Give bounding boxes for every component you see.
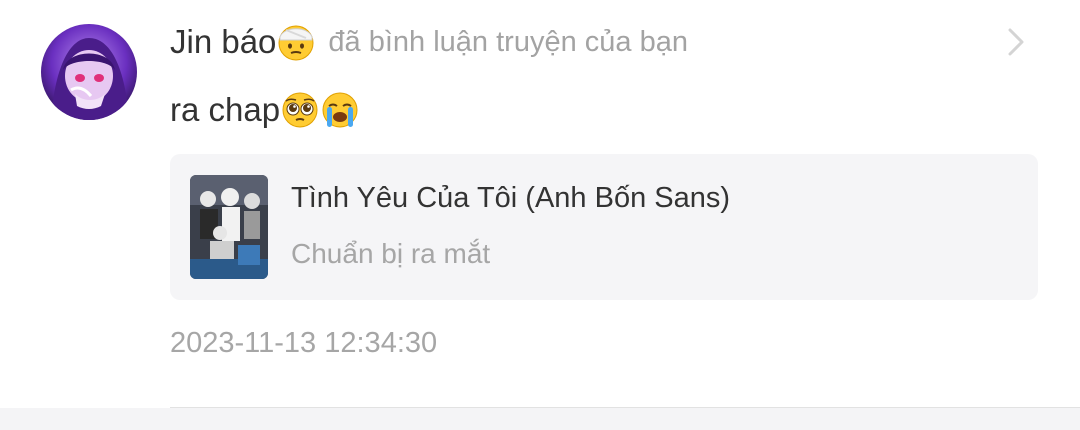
story-status: Chuẩn bị ra mắt: [291, 238, 491, 269]
username[interactable]: Jin báo: [170, 23, 276, 61]
story-cover-image[interactable]: [190, 175, 268, 279]
comment-content: ra chap: [170, 88, 360, 132]
chevron-right-icon[interactable]: [1004, 24, 1028, 60]
story-title: Tình Yêu Của Tôi (Anh Bốn Sans): [291, 182, 731, 214]
story-card[interactable]: Tình Yêu Của Tôi (Anh Bốn Sans) Chuẩn bị…: [170, 154, 1038, 300]
loudly-crying-face-emoji: [320, 90, 360, 130]
action-text: đã bình luận truyện của bạn: [328, 25, 688, 58]
comment-text: ra chap: [170, 91, 281, 128]
pleading-face-emoji: [280, 90, 320, 130]
face-with-head-bandage-emoji: [276, 22, 316, 62]
comment-notification[interactable]: Jin báo đã bình luận truyện của bạn ra c…: [0, 0, 1080, 408]
timestamp: 2023-11-13 12:34:30: [170, 327, 438, 359]
notification-header: Jin báo đã bình luận truyện của bạn: [170, 20, 688, 64]
list-separator-band: [0, 408, 1080, 430]
user-avatar[interactable]: [41, 24, 137, 120]
